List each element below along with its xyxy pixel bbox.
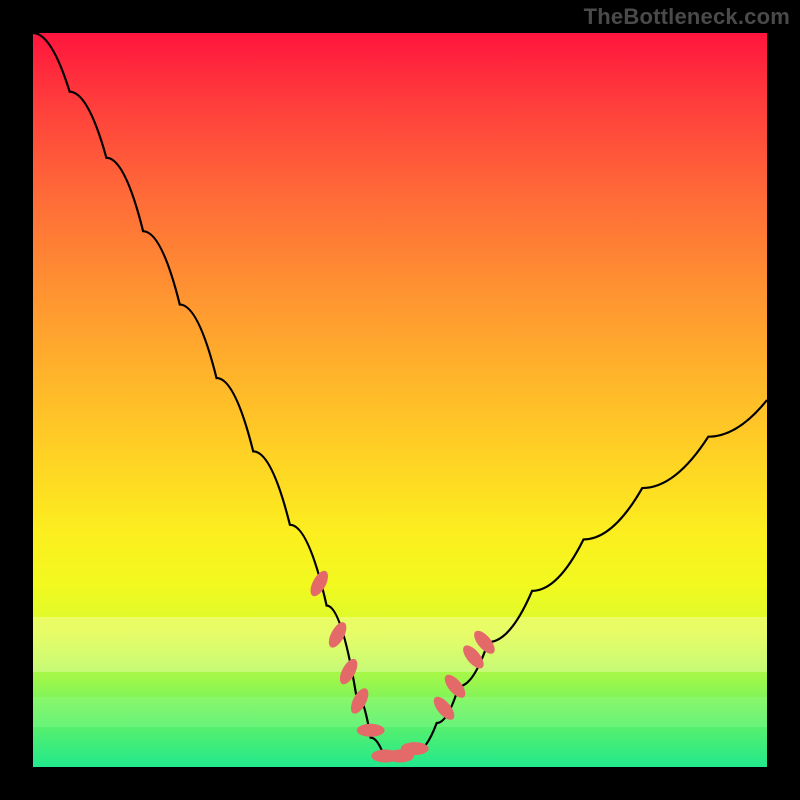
watermark-text: TheBottleneck.com bbox=[584, 4, 790, 30]
chart-frame: TheBottleneck.com bbox=[0, 0, 800, 800]
marker-group bbox=[307, 568, 498, 762]
bottleneck-curve bbox=[33, 33, 767, 760]
curve-marker bbox=[357, 724, 385, 737]
plot-area bbox=[33, 33, 767, 767]
curve-marker bbox=[401, 742, 429, 755]
chart-svg bbox=[33, 33, 767, 767]
curve-marker bbox=[347, 686, 372, 717]
curve-marker bbox=[336, 656, 361, 687]
